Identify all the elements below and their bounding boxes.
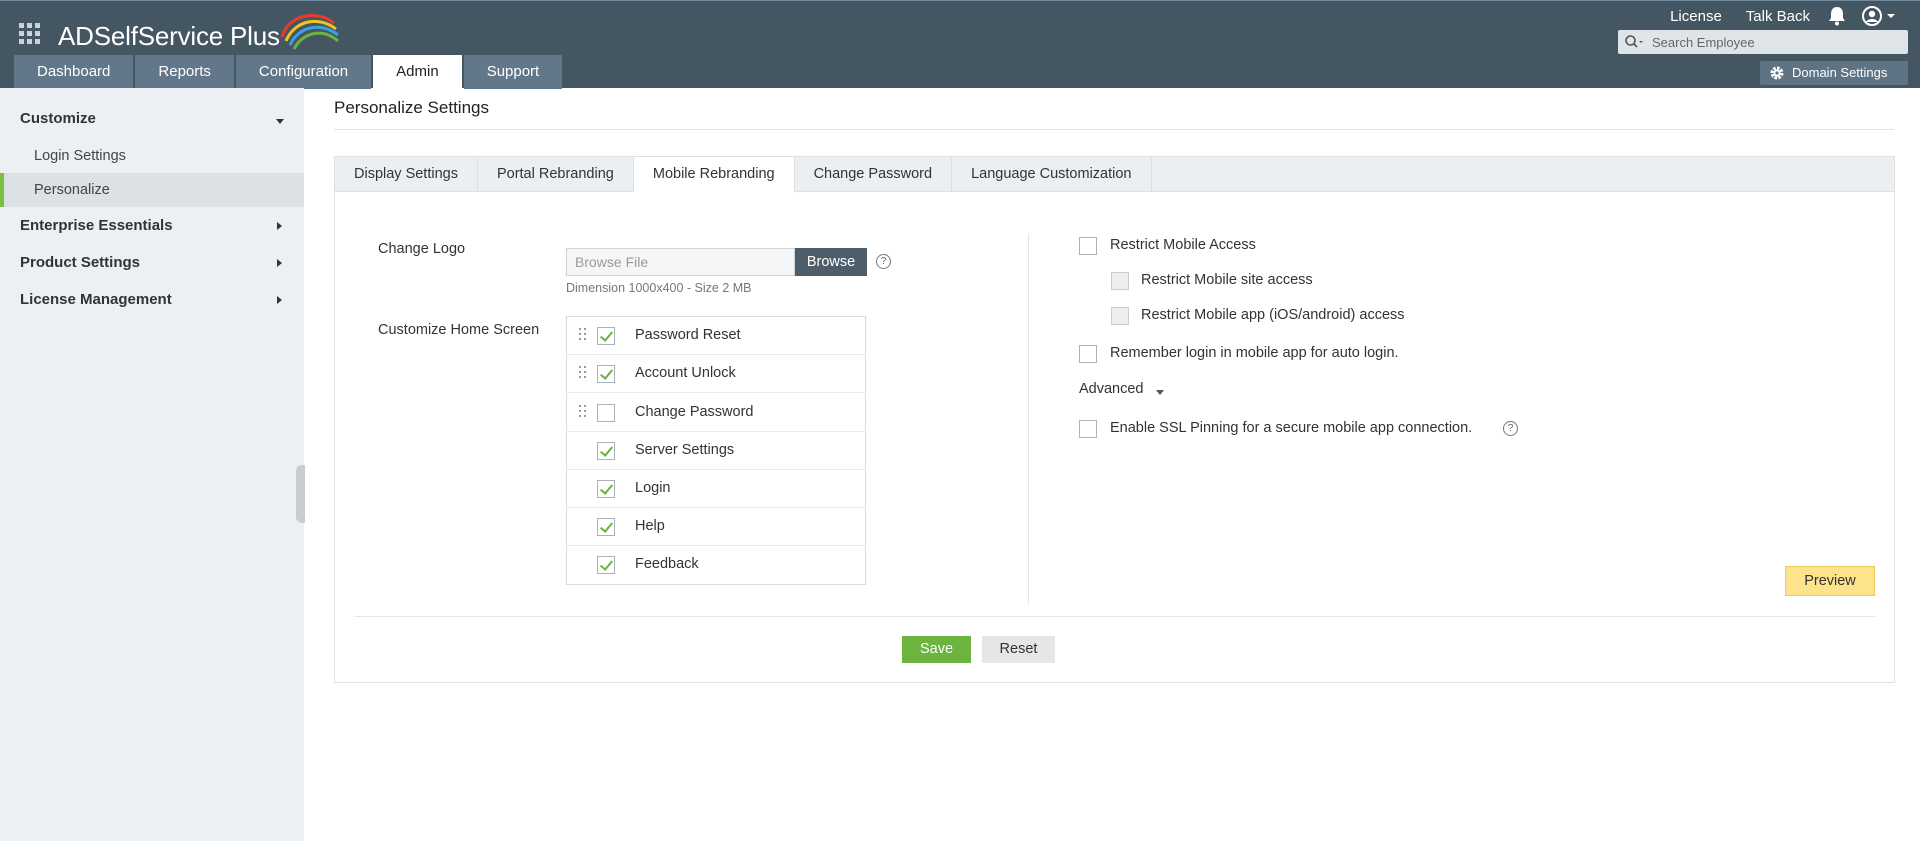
change-password-checkbox[interactable]	[597, 404, 615, 422]
password-reset-checkbox[interactable]	[597, 327, 615, 345]
sidebar-section-enterprise-essentials[interactable]: Enterprise Essentials	[20, 217, 324, 237]
home-screen-list: Password Reset Account Unlock Change Pas…	[566, 316, 866, 585]
server-settings-checkbox[interactable]	[597, 442, 615, 460]
drag-handle-icon[interactable]	[579, 405, 587, 420]
save-button[interactable]: Save	[902, 636, 971, 663]
sidebar-section-customize[interactable]: Customize	[20, 110, 324, 130]
tab-portal-rebranding[interactable]: Portal Rebranding	[478, 157, 634, 192]
tab-dashboard[interactable]: Dashboard	[14, 55, 134, 89]
list-item[interactable]: Help	[567, 508, 865, 546]
bell-icon[interactable]	[1826, 5, 1856, 27]
sidebar-item-login-settings[interactable]: Login Settings	[0, 139, 304, 173]
sidebar-section-label: Customize	[20, 110, 96, 127]
account-unlock-checkbox[interactable]	[597, 365, 615, 383]
tab-configuration[interactable]: Configuration	[235, 55, 372, 89]
search-icon[interactable]	[1624, 34, 1644, 50]
actions-divider	[355, 616, 1875, 617]
tab-display-settings[interactable]: Display Settings	[335, 157, 478, 192]
list-item[interactable]: Feedback	[567, 546, 865, 584]
sidebar-section-license-management[interactable]: License Management	[20, 291, 324, 311]
tab-change-password[interactable]: Change Password	[795, 157, 953, 192]
title-divider	[334, 129, 1894, 130]
sidebar-collapse-handle[interactable]	[296, 465, 305, 523]
list-item[interactable]: Password Reset	[567, 317, 865, 355]
domain-settings-button[interactable]: Domain Settings	[1760, 61, 1908, 85]
chevron-down-icon[interactable]	[1156, 390, 1164, 395]
list-item-label: Feedback	[635, 556, 699, 572]
ssl-pinning-checkbox[interactable]	[1079, 420, 1097, 438]
page-title: Personalize Settings	[334, 98, 489, 117]
sidebar-section-label: Product Settings	[20, 254, 141, 271]
main-nav-tabs: Dashboard Reports Configuration Admin Su…	[14, 55, 564, 90]
feedback-checkbox[interactable]	[597, 556, 615, 574]
help-icon[interactable]: ?	[876, 254, 891, 269]
ssl-pinning-label: Enable SSL Pinning for a secure mobile a…	[1110, 420, 1473, 436]
list-item[interactable]: Login	[567, 470, 865, 508]
talk-back-link[interactable]: Talk Back	[1734, 8, 1822, 25]
restrict-mobile-site-label: Restrict Mobile site access	[1141, 272, 1313, 288]
advanced-toggle[interactable]: Advanced	[1079, 381, 1144, 397]
list-item-label: Account Unlock	[635, 365, 736, 381]
settings-subtabs: Display Settings Portal Rebranding Mobil…	[335, 157, 1894, 193]
help-checkbox[interactable]	[597, 518, 615, 536]
app-logo[interactable]: ADSelfService Plus	[58, 14, 339, 51]
change-logo-label: Change Logo	[378, 241, 466, 257]
gear-icon	[1770, 66, 1784, 80]
search-employee	[1618, 30, 1908, 54]
list-item-label: Login	[635, 480, 671, 496]
list-item[interactable]: Account Unlock	[567, 355, 865, 393]
restrict-mobile-app-label: Restrict Mobile app (iOS/android) access	[1141, 307, 1405, 323]
chevron-right-icon	[277, 259, 282, 267]
sidebar-section-product-settings[interactable]: Product Settings	[20, 254, 324, 274]
restrict-mobile-access-checkbox[interactable]	[1079, 237, 1097, 255]
browse-button[interactable]: Browse	[795, 248, 867, 276]
apps-grid-icon[interactable]	[19, 23, 41, 45]
help-icon[interactable]: ?	[1503, 421, 1518, 436]
list-item[interactable]: Server Settings	[567, 432, 865, 470]
list-item-label: Server Settings	[635, 442, 735, 458]
login-checkbox[interactable]	[597, 480, 615, 498]
sidebar-section-label: Enterprise Essentials	[20, 217, 173, 234]
list-item[interactable]: Change Password	[567, 394, 865, 432]
license-link[interactable]: License	[1658, 8, 1734, 25]
chevron-right-icon	[277, 296, 282, 304]
tab-mobile-rebranding[interactable]: Mobile Rebranding	[633, 157, 795, 193]
preview-button[interactable]: Preview	[1785, 566, 1875, 596]
tab-reports[interactable]: Reports	[135, 55, 234, 89]
sidebar-item-personalize[interactable]: Personalize	[0, 173, 304, 207]
remember-login-checkbox[interactable]	[1079, 345, 1097, 363]
logo-swoosh-icon	[280, 14, 339, 50]
customize-home-screen-label: Customize Home Screen	[378, 322, 540, 338]
tab-admin[interactable]: Admin	[373, 55, 462, 90]
top-header: ADSelfService Plus License Talk Back Das…	[0, 0, 1920, 90]
tab-language-customization[interactable]: Language Customization	[952, 157, 1152, 192]
browse-file-input[interactable]: Browse File	[566, 248, 795, 276]
reset-button[interactable]: Reset	[982, 636, 1055, 663]
chevron-right-icon	[277, 222, 282, 230]
list-item-label: Help	[635, 518, 665, 534]
drag-handle-icon[interactable]	[579, 366, 587, 381]
remember-login-label: Remember login in mobile app for auto lo…	[1110, 345, 1399, 361]
top-links: License Talk Back	[1658, 5, 1900, 27]
column-divider	[1028, 234, 1029, 604]
list-item-label: Change Password	[635, 404, 754, 420]
user-avatar-icon[interactable]	[1860, 5, 1900, 27]
dimension-note: Dimension 1000x400 - Size 2 MB	[566, 281, 752, 295]
list-item-label: Password Reset	[635, 327, 741, 343]
restrict-mobile-app-checkbox[interactable]	[1111, 307, 1129, 325]
sidebar-section-label: License Management	[20, 291, 172, 308]
restrict-mobile-access-label: Restrict Mobile Access	[1110, 237, 1256, 253]
app-name: ADSelfService Plus	[58, 21, 280, 51]
search-employee-input[interactable]	[1650, 30, 1900, 54]
domain-settings-label: Domain Settings	[1792, 65, 1888, 80]
tab-support[interactable]: Support	[463, 55, 563, 89]
restrict-mobile-site-checkbox[interactable]	[1111, 272, 1129, 290]
chevron-down-icon	[276, 119, 284, 124]
drag-handle-icon[interactable]	[579, 328, 587, 343]
sidebar: Customize Login Settings Personalize Ent…	[0, 88, 305, 841]
